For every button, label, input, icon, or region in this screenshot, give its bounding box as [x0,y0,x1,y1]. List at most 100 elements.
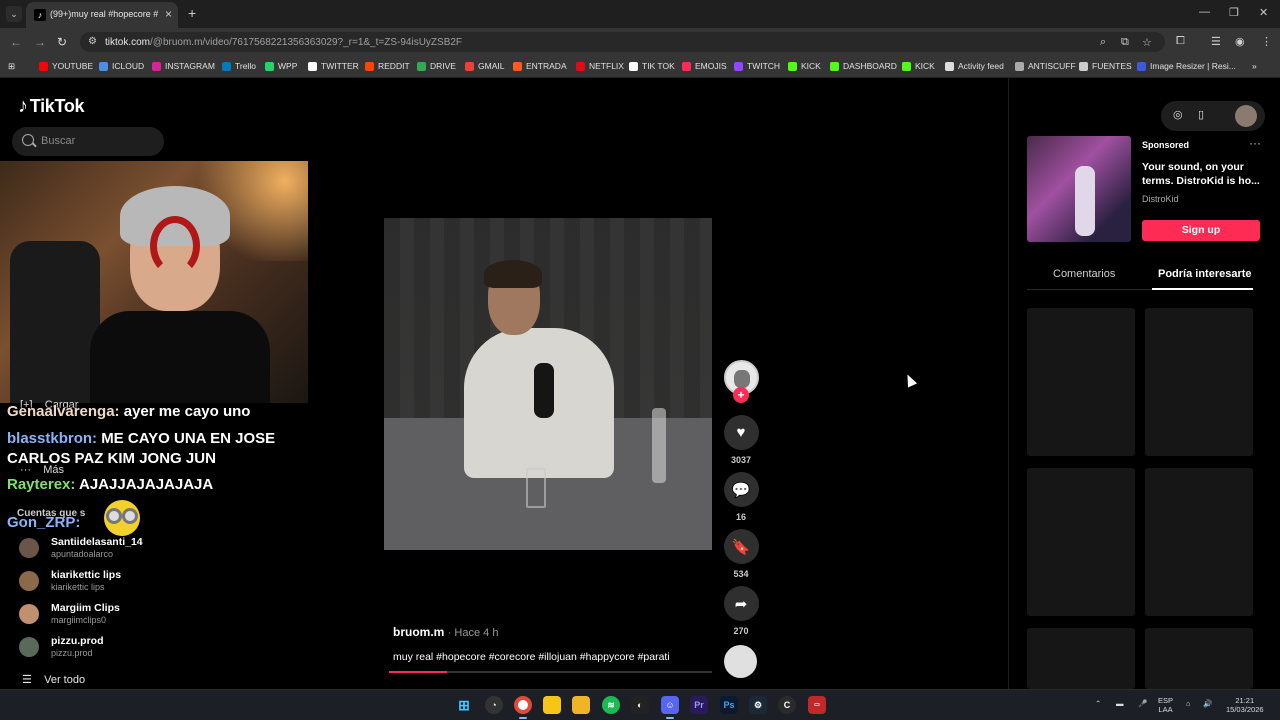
profile-icon[interactable]: ◉ [1235,35,1245,48]
bookmark-item[interactable]: TIK TOK [629,61,675,71]
tab-search-icon[interactable]: ⌄ [6,6,22,22]
see-all-link[interactable]: ☰ Ver todo [22,673,85,686]
sound-avatar[interactable] [724,645,757,678]
app-icon[interactable]: ◔ [485,696,503,714]
following-account[interactable]: Margiim Clips margiimclips0 [19,602,219,630]
app-icon[interactable]: C [778,696,796,714]
steam-icon[interactable]: ⚙ [749,696,767,714]
tray-app-icon[interactable]: ▬ [1116,699,1124,708]
tab-close-icon[interactable]: × [165,7,172,21]
bookmark-favicon-icon [308,61,317,71]
tab-comments[interactable]: Comentarios [1053,268,1115,280]
notes-icon[interactable] [543,696,561,714]
language-indicator[interactable]: ESP LAA [1158,696,1173,714]
bookmark-item[interactable]: KICK [788,61,821,71]
like-button[interactable]: ♥ 3037 [723,415,759,465]
bookmark-item[interactable]: ICLOUD [99,61,144,71]
premiere-icon[interactable]: Pr [690,696,708,714]
suggested-video-tile[interactable] [1027,628,1135,689]
reload-icon[interactable]: ↻ [57,35,67,49]
bookmark-item[interactable]: ANTISCUFF [1015,61,1076,71]
discord-icon[interactable]: ☺ [661,696,679,714]
bookmark-item[interactable]: FUENTES [1079,61,1132,71]
network-icon[interactable]: ⌂ [1186,699,1191,708]
phone-icon[interactable]: ▯ [1198,108,1204,121]
video-author[interactable]: bruom.m · Hace 4 h [393,625,498,639]
site-info-icon[interactable]: ⚙ [88,36,100,48]
bookmark-item[interactable]: GMAIL [465,61,504,71]
avatar[interactable] [1235,105,1257,127]
bookmark-item[interactable]: NETFLIX [576,61,624,71]
following-account[interactable]: kiarikettic lips kiarikettic lips [19,569,219,597]
bookmark-favicon-icon [1137,61,1146,71]
video-caption: muy real #hopecore #corecore #illojuan #… [393,651,670,663]
url-bar[interactable]: ⚙ tiktok.com/@bruom.m/video/761756822135… [80,32,1165,52]
apps-icon[interactable]: ⊞ [8,61,15,72]
suggested-video-tile[interactable] [1145,628,1253,689]
bookmark-item[interactable]: TWITCH [734,61,780,71]
bookmark-item[interactable]: TWITTER [308,61,359,71]
bookmark-item[interactable]: ENTRADA [513,61,567,71]
volume-icon[interactable]: 🔊 [1203,699,1212,708]
bookmark-item[interactable]: KICK [902,61,935,71]
clock[interactable]: 21:21 15/03/2026 [1226,696,1264,714]
microphone-tray-icon[interactable]: 🎤 [1138,699,1147,708]
app-icon[interactable]: ▭ [808,696,826,714]
more-bookmarks-icon[interactable]: » [1252,61,1257,71]
bookmark-item[interactable]: REDDIT [365,61,410,71]
bookmark-item[interactable]: Image Resizer | Resi... [1137,61,1236,71]
more-options-icon[interactable]: ··· [1249,136,1261,150]
cast-icon[interactable]: ⧉ [1121,36,1129,49]
suggested-video-tile[interactable] [1145,308,1253,456]
bookmark-item[interactable]: DRIVE [417,61,456,71]
comment-button[interactable]: 💬 16 [723,472,759,522]
following-account[interactable]: Santiidelasanti_14 apuntadoalarco [19,536,219,564]
bookmark-item[interactable]: Trello [222,61,256,71]
extensions-icon[interactable]: ⧠ [1176,35,1185,48]
menu-icon[interactable]: ⋮ [1261,35,1272,48]
spotify-icon[interactable]: ≋ [602,696,620,714]
share-button[interactable]: ➦ 270 [723,586,759,636]
following-account[interactable]: pizzu.prod pizzu.prod [19,635,219,663]
bookmark-item[interactable]: INSTAGRAM [152,61,215,71]
search-input[interactable]: Buscar [12,127,164,156]
tab-suggested[interactable]: Podría interesarte [1158,268,1252,280]
video-player[interactable] [384,218,712,550]
suggested-video-tile[interactable] [1027,468,1135,616]
follow-plus-icon[interactable]: + [733,387,749,403]
minimize-icon[interactable]: — [1199,6,1210,18]
compass-icon[interactable]: ◎ [1173,108,1183,121]
back-icon[interactable]: ← [10,35,22,49]
ad-title[interactable]: Your sound, on your terms. DistroKid is … [1142,160,1262,188]
tiktok-logo[interactable]: ♪ TikTok [18,95,85,118]
app-icon[interactable]: ◐ [631,696,649,714]
bookmark-item[interactable]: WPP [265,61,297,71]
zoom-icon[interactable]: ⌕ [1100,36,1106,49]
video-progress-bar[interactable] [389,671,712,673]
restore-icon[interactable]: ❐ [1229,6,1239,19]
browser-tab[interactable]: ♪ (99+)muy real #hopecore #corecore × [26,2,178,28]
photoshop-icon[interactable]: Ps [720,696,738,714]
signup-button[interactable]: Sign up [1142,220,1260,241]
tray-chevron-icon[interactable]: ⌃ [1095,699,1101,708]
close-window-icon[interactable]: ✕ [1259,6,1268,19]
forward-icon[interactable]: → [34,35,46,49]
bookmark-star-icon[interactable]: ☆ [1142,36,1152,49]
media-icon[interactable]: ☰ [1211,35,1221,48]
ad-thumbnail[interactable] [1027,136,1131,242]
chrome-icon[interactable] [514,696,532,714]
tiktok-favicon-icon: ♪ [34,9,46,21]
suggested-video-tile[interactable] [1027,308,1135,456]
bookmark-item[interactable]: DASHBOARD [830,61,897,71]
bookmark-item[interactable]: EMOJIS [682,61,727,71]
bookmark-item[interactable]: Activity feed [945,61,1004,71]
save-button[interactable]: 🔖 534 [723,529,759,579]
windows-start-icon[interactable]: ⊞ [455,696,473,714]
tab-title: (99+)muy real #hopecore #corecore [50,9,158,19]
bookmark-favicon-icon [788,61,797,71]
suggested-video-tile[interactable] [1145,468,1253,616]
folder-icon[interactable] [572,696,590,714]
bookmark-item[interactable]: YOUTUBE [39,61,93,71]
bookmark-favicon-icon [365,61,374,71]
new-tab-icon[interactable]: + [188,5,196,21]
